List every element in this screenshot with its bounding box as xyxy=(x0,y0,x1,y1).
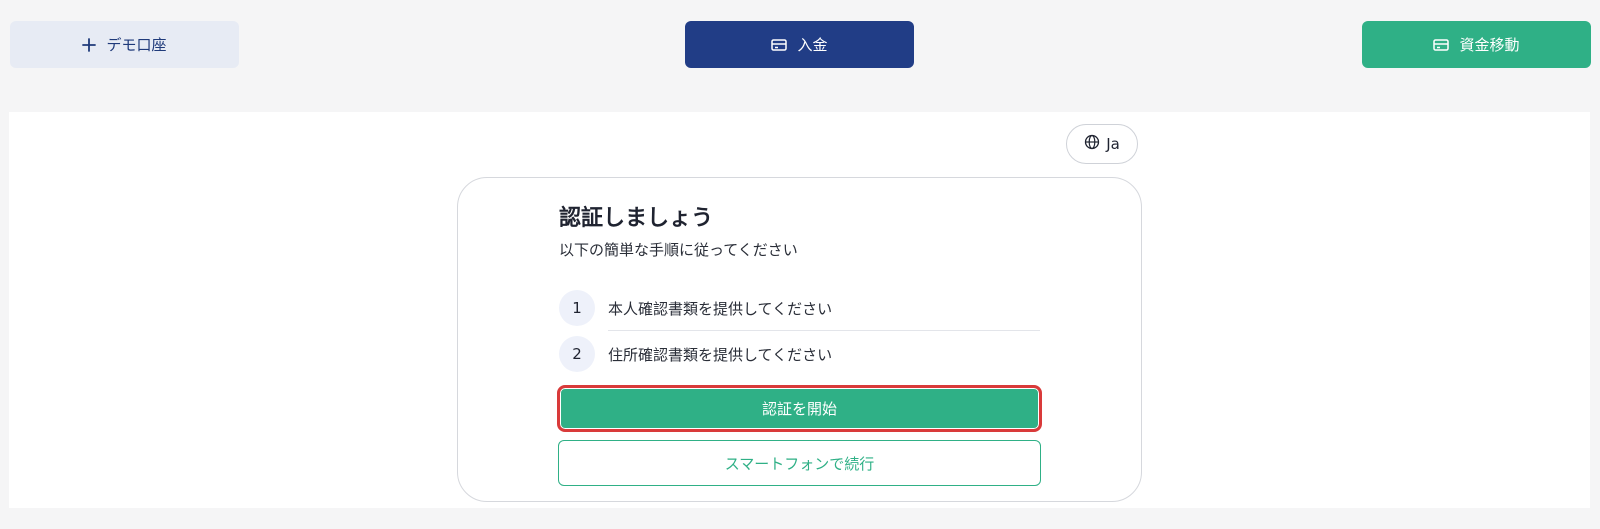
step-1-text: 本人確認書類を提供してください xyxy=(608,300,833,318)
language-label: Ja xyxy=(1106,135,1120,153)
verification-subtitle: 以下の簡単な手順に従ってください xyxy=(559,241,798,259)
card-icon xyxy=(1433,38,1450,52)
start-verification-button[interactable]: 認証を開始 xyxy=(557,385,1042,432)
step-1-number: 1 xyxy=(559,290,595,326)
plus-icon xyxy=(82,37,97,52)
transfer-funds-label: 資金移動 xyxy=(1459,36,1520,54)
demo-account-label: デモ口座 xyxy=(106,36,167,54)
language-selector[interactable]: Ja xyxy=(1066,124,1138,164)
transfer-funds-button[interactable]: 資金移動 xyxy=(1362,21,1591,68)
continue-on-smartphone-button[interactable]: スマートフォンで続行 xyxy=(558,440,1041,486)
globe-icon xyxy=(1084,134,1100,154)
step-2-number: 2 xyxy=(559,336,595,372)
add-demo-account-button[interactable]: デモ口座 xyxy=(10,21,239,68)
card-icon xyxy=(771,38,788,52)
step-2-text: 住所確認書類を提供してください xyxy=(608,346,833,364)
verification-title: 認証しましょう xyxy=(559,206,714,231)
deposit-label: 入金 xyxy=(797,36,828,54)
step-divider xyxy=(608,330,1040,331)
deposit-button[interactable]: 入金 xyxy=(685,21,914,68)
